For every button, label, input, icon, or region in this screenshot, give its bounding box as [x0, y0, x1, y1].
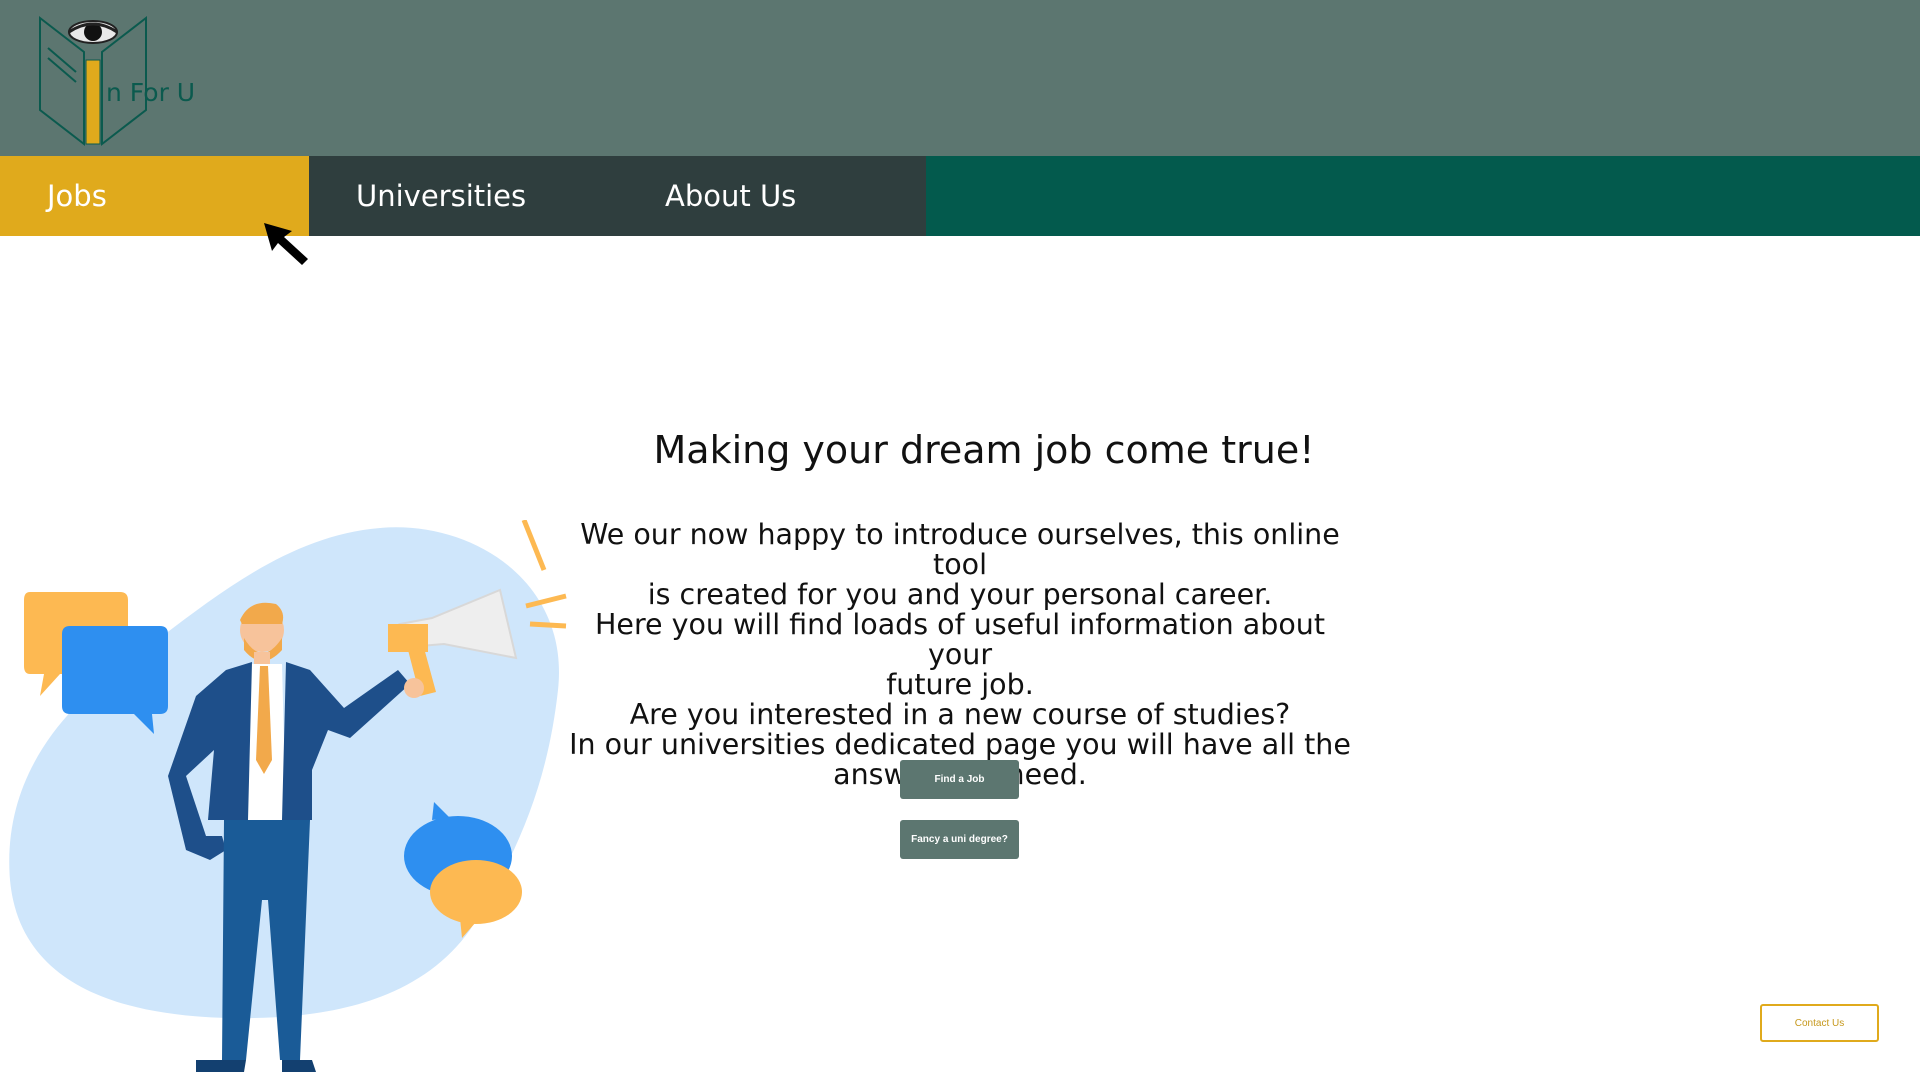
businessman-megaphone-illustration	[9, 520, 567, 1072]
contact-us-button[interactable]: Contact Us	[1760, 1004, 1879, 1042]
speech-bubble-orange-small-icon	[430, 860, 522, 924]
mouse-cursor-icon	[264, 223, 308, 265]
intro-line: is created for you and your personal car…	[647, 578, 1273, 611]
intro-line: We our now happy to introduce ourselves,…	[580, 518, 1340, 581]
nav-item-about-us[interactable]: About Us	[665, 156, 796, 236]
nav-item-universities[interactable]: Universities	[356, 156, 526, 236]
page-title: Making your dream job come true!	[653, 428, 1315, 472]
intro-line: Here you will find loads of useful infor…	[594, 608, 1325, 671]
intro-line: Are you interested in a new course of st…	[629, 698, 1291, 731]
find-job-button[interactable]: Find a Job	[900, 760, 1019, 799]
nav-item-label: Jobs	[47, 179, 107, 213]
intro-paragraph: We our now happy to introduce ourselves,…	[565, 520, 1355, 790]
header: n For U	[0, 0, 1920, 156]
uni-degree-button[interactable]: Fancy a uni degree?	[900, 820, 1019, 859]
intro-line: future job.	[886, 668, 1034, 701]
logo-text: n For U	[106, 78, 196, 107]
intro-line: In our universities dedicated page you w…	[569, 728, 1351, 761]
